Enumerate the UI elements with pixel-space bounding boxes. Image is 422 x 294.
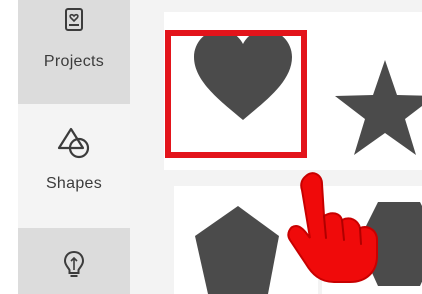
- lightbulb-icon: [63, 250, 85, 285]
- sidebar-item-label: Projects: [43, 53, 105, 70]
- sidebar-item-ideas[interactable]: [18, 228, 130, 294]
- star-icon: [335, 60, 422, 155]
- pointing-hand-icon: [287, 172, 378, 283]
- sidebar: Projects Shapes: [18, 0, 130, 294]
- shapes-icon: [56, 126, 92, 165]
- shape-tile-star[interactable]: [322, 12, 422, 170]
- project-board-icon: [64, 8, 84, 43]
- sidebar-item-shapes[interactable]: Shapes: [18, 104, 130, 228]
- selection-highlight: [165, 30, 307, 158]
- sidebar-item-projects[interactable]: Projects: [18, 0, 130, 104]
- sidebar-item-label: Shapes: [45, 175, 103, 192]
